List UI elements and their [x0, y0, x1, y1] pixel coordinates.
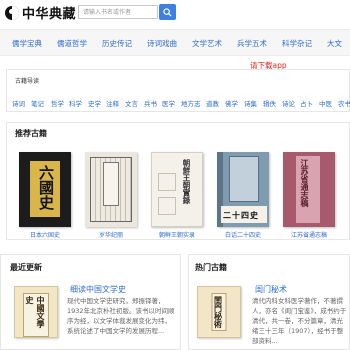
- featured-book-card[interactable]: 江苏省通志稿 江苏省通志稿: [279, 152, 339, 239]
- popular-books-title: 热门古籍: [195, 263, 227, 272]
- tag-item[interactable]: 史学: [88, 98, 101, 108]
- book-cover-image: 二十四史: [217, 152, 269, 227]
- tag-item[interactable]: 辑佚: [263, 98, 276, 108]
- search-icon: [163, 7, 172, 17]
- popular-book-cover[interactable]: 閨門秘術: [197, 286, 241, 338]
- featured-book-card[interactable]: 岁华纪丽: [81, 152, 141, 239]
- yin-yang-icon: [5, 5, 19, 20]
- popular-cover-title: 閨門秘術: [211, 293, 227, 331]
- book-title-link[interactable]: 日本六国史: [15, 230, 75, 239]
- tag-panel-title: 古籍导读: [15, 78, 40, 85]
- nav-item-science-miscellany[interactable]: 科学杂记: [282, 38, 312, 49]
- header: 中华典藏 请输入书名或作者: [0, 0, 350, 25]
- cover-title: 二十四史: [223, 210, 259, 220]
- tag-item[interactable]: 医学: [162, 98, 175, 108]
- nav-item-more[interactable]: 大文: [327, 38, 342, 49]
- book-title-link[interactable]: 白话二十四史: [213, 230, 273, 239]
- tag-item[interactable]: 笔记: [31, 98, 44, 108]
- tag-item[interactable]: 文言: [125, 98, 138, 108]
- site-logo[interactable]: 中华典藏: [5, 4, 77, 22]
- recent-cover-title: 中國文學史: [23, 293, 49, 337]
- tag-item[interactable]: 诗词: [12, 98, 25, 108]
- nav-item-confucian-classics[interactable]: 儒学宝典: [12, 38, 42, 49]
- popular-book-title-link[interactable]: 闺门秘术: [255, 284, 287, 295]
- book-cover-image: 江苏省通志稿: [283, 152, 335, 227]
- cover-title: 朝鮮王朝實錄: [182, 159, 191, 204]
- recent-book-title-link[interactable]: 细读中国文学史: [70, 284, 126, 295]
- book-title-link[interactable]: 朝鲜王朝实录: [147, 230, 207, 239]
- tag-item[interactable]: 占卜: [300, 98, 313, 108]
- tag-item[interactable]: 佛学: [225, 98, 238, 108]
- tag-item[interactable]: 地方志: [181, 98, 201, 108]
- nav-item-history-biography[interactable]: 历史传记: [102, 38, 132, 49]
- featured-books-title: 推荐古籍: [15, 129, 47, 138]
- recent-book-cover[interactable]: 中國文學史: [14, 286, 58, 338]
- tag-item[interactable]: 中医: [319, 98, 332, 108]
- tag-item[interactable]: 哲学: [51, 98, 64, 108]
- nav-item-military-arts[interactable]: 兵学五术: [237, 38, 267, 49]
- nav-item-literature-art[interactable]: 文学艺术: [192, 38, 222, 49]
- featured-book-card[interactable]: 朝鮮王朝實錄 朝鲜王朝实录: [147, 152, 207, 239]
- nav-item-poetry-drama[interactable]: 诗词戏曲: [147, 38, 177, 49]
- search-button[interactable]: [159, 4, 176, 20]
- featured-book-card[interactable]: 六國史 日本六国史: [15, 152, 75, 239]
- recent-updates-title: 最近更新: [10, 263, 42, 272]
- site-logo-text: 中华典藏: [22, 7, 77, 22]
- featured-book-card[interactable]: 二十四史 白话二十四史: [213, 152, 273, 239]
- cover-title: 江苏省通志稿: [300, 159, 310, 207]
- book-title-link[interactable]: 岁华纪丽: [81, 230, 141, 239]
- tag-item[interactable]: 农书: [338, 98, 350, 108]
- cover-title: 六國史: [37, 165, 55, 210]
- search-input[interactable]: 请输入书名或作者: [78, 5, 158, 19]
- category-nav: 儒学宝典 儒道哲学 历史传记 诗词戏曲 文学艺术 兵学五术 科学杂记 大文: [0, 29, 350, 56]
- recent-book-description: 现代中国文学史研究，郑振铎著，1932年北京朴社初版。该书以时间顺序为经，以文学…: [67, 297, 175, 335]
- book-title-link[interactable]: 江苏省通志稿: [279, 230, 339, 239]
- book-cover-image: [85, 152, 137, 227]
- tag-item[interactable]: 诗集: [244, 98, 257, 108]
- tag-item[interactable]: 科学: [69, 98, 82, 108]
- tag-item[interactable]: 兵书: [144, 98, 157, 108]
- book-cover-image: 六國史: [19, 152, 71, 227]
- nav-item-confucian-taoist-philosophy[interactable]: 儒道哲学: [57, 38, 87, 49]
- tag-item[interactable]: 注释: [106, 98, 119, 108]
- tag-item[interactable]: 道教: [206, 98, 219, 108]
- book-cover-image: 朝鮮王朝實錄: [151, 152, 203, 227]
- tag-item[interactable]: 诗论: [282, 98, 295, 108]
- popular-book-description: 清代内科女科医学著作，不著撰人，亦名《闺门宝鉴》，成书约于清代，共一卷，不分篇章…: [252, 297, 347, 345]
